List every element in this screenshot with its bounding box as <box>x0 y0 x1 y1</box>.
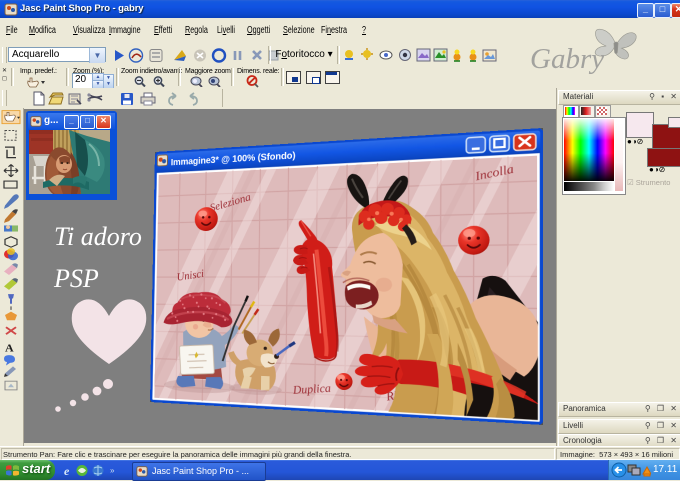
svg-text:A: A <box>5 343 15 354</box>
svg-text:»: » <box>110 466 115 475</box>
svg-text:Gabry: Gabry <box>530 43 604 75</box>
svg-text:e: e <box>64 464 70 477</box>
svg-text:Duplica: Duplica <box>291 382 331 397</box>
